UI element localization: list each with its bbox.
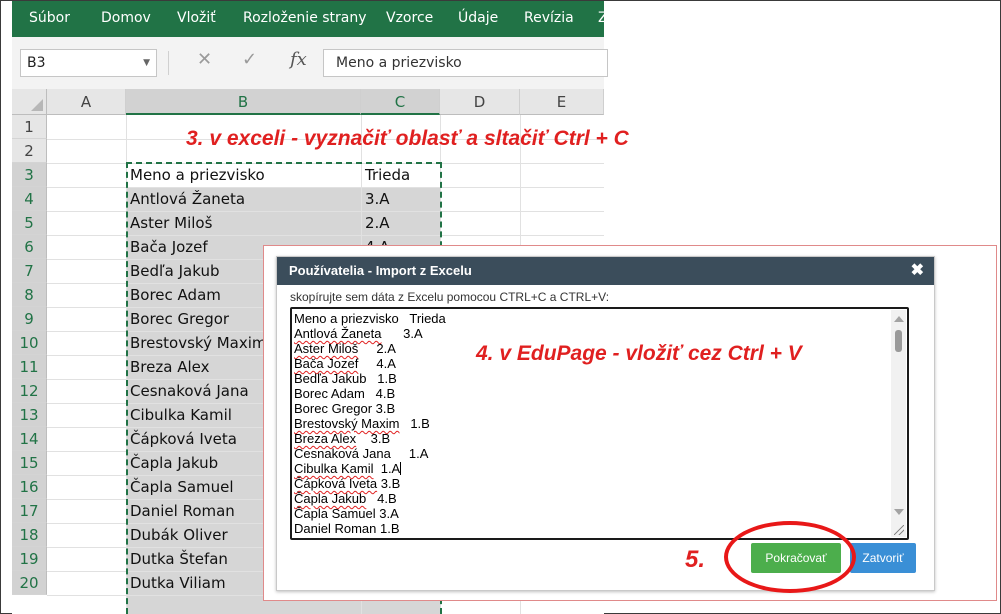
textarea-line: Čapla Jakub 4.B [294, 491, 397, 506]
row-header[interactable]: 6 [12, 235, 47, 259]
textarea-line: Čápková Iveta 3.B [294, 476, 401, 491]
row-header[interactable]: 8 [12, 283, 47, 307]
highlight-ellipse [724, 521, 856, 593]
textarea-scrollbar[interactable] [891, 310, 906, 537]
text-caret [400, 462, 402, 475]
textarea-line: Daniel Roman 1.B [294, 521, 400, 536]
column-header-d[interactable]: D [440, 89, 520, 115]
select-all-corner[interactable] [12, 89, 47, 115]
textarea-line: Borec Adam 4.B [294, 386, 396, 401]
name-box[interactable]: B3 ▼ [20, 49, 157, 77]
textarea-line: Cibulka Kamil 1.A [294, 461, 402, 476]
annotation-step-5: 5. [685, 546, 706, 573]
row-header[interactable]: 14 [12, 427, 47, 451]
column-header-c[interactable]: C [361, 89, 440, 115]
row-header[interactable]: 1 [12, 115, 47, 139]
row-header[interactable]: 3 [12, 163, 47, 187]
formula-bar: B3 ▼ ✕ ✓ fx Meno a priezvisko [12, 37, 608, 89]
chevron-down-icon[interactable]: ▼ [143, 50, 150, 76]
annotation-step-4: 4. v EduPage - vložiť cez Ctrl + V [476, 342, 802, 365]
close-button[interactable]: Zatvoriť [850, 543, 916, 573]
enter-check-icon[interactable]: ✓ [242, 49, 257, 70]
row-header[interactable]: 20 [12, 571, 47, 595]
row-header[interactable]: 19 [12, 547, 47, 571]
row-header[interactable]: 9 [12, 307, 47, 331]
dialog-title-bar: Používatelia - Import z Excelu ✖ [277, 257, 934, 285]
annotation-step-3: 3. v exceli - vyznačiť oblasť a sltačiť … [186, 127, 629, 150]
tab-subor[interactable]: Súbor [29, 10, 70, 26]
textarea-line: Cesnaková Jana 1.A [294, 446, 429, 461]
cancel-icon[interactable]: ✕ [197, 49, 212, 70]
row-header[interactable]: 16 [12, 475, 47, 499]
textarea-line: Borec Gregor 3.B [294, 401, 396, 416]
row-header[interactable]: 11 [12, 355, 47, 379]
close-icon[interactable]: ✖ [911, 257, 924, 285]
row-header[interactable]: 5 [12, 211, 47, 235]
row-header[interactable]: 4 [12, 187, 47, 211]
textarea-line: Bedľa Jakub 1.B [294, 371, 397, 386]
row-header[interactable]: 17 [12, 499, 47, 523]
tab-udaje[interactable]: Údaje [458, 10, 498, 26]
column-header-a[interactable]: A [47, 89, 126, 115]
textarea-line: Bača Jozef 4.A [294, 356, 396, 371]
row-header[interactable]: 18 [12, 523, 47, 547]
tab-revizia[interactable]: Revízia [524, 10, 574, 26]
scroll-thumb[interactable] [895, 330, 902, 352]
dialog-title: Používatelia - Import z Excelu [289, 263, 472, 278]
resize-grip-icon[interactable] [894, 525, 904, 535]
row-header[interactable]: 7 [12, 259, 47, 283]
row-header[interactable]: 2 [12, 139, 47, 163]
textarea-line: Meno a priezvisko Trieda [294, 311, 446, 326]
column-header-b[interactable]: B [126, 89, 361, 115]
formula-separator [168, 51, 169, 75]
textarea-line: Aster Miloš 2.A [294, 341, 396, 356]
column-header-e[interactable]: E [520, 89, 604, 115]
row-header[interactable]: 15 [12, 451, 47, 475]
textarea-line: Brestovský Maxim 1.B [294, 416, 430, 431]
scroll-down-arrow-icon[interactable] [894, 509, 904, 515]
row-header[interactable]: 13 [12, 403, 47, 427]
insert-function-icon[interactable]: fx [290, 49, 307, 70]
tab-vzorce[interactable]: Vzorce [386, 10, 433, 26]
scroll-up-arrow-icon[interactable] [894, 316, 904, 322]
row-header[interactable]: 10 [12, 331, 47, 355]
formula-input[interactable]: Meno a priezvisko [323, 49, 608, 77]
excel-ribbon-tabs: Súbor Domov Vložiť Rozloženie strany Vzo… [12, 1, 604, 37]
textarea-line: Breza Alex 3.B [294, 431, 391, 446]
textarea-line: Antlová Žaneta 3.A [294, 326, 423, 341]
row-header[interactable]: 12 [12, 379, 47, 403]
tab-rozlozenie-strany[interactable]: Rozloženie strany [243, 10, 367, 26]
textarea-line: Čapla Samuel 3.A [294, 506, 399, 521]
tab-vlozit[interactable]: Vložiť [177, 10, 216, 26]
dialog-instruction: skopírujte sem dáta z Excelu pomocou CTR… [290, 290, 610, 304]
tab-truncated[interactable]: Z [598, 10, 604, 26]
name-box-value: B3 [27, 55, 46, 71]
tab-domov[interactable]: Domov [101, 10, 151, 26]
